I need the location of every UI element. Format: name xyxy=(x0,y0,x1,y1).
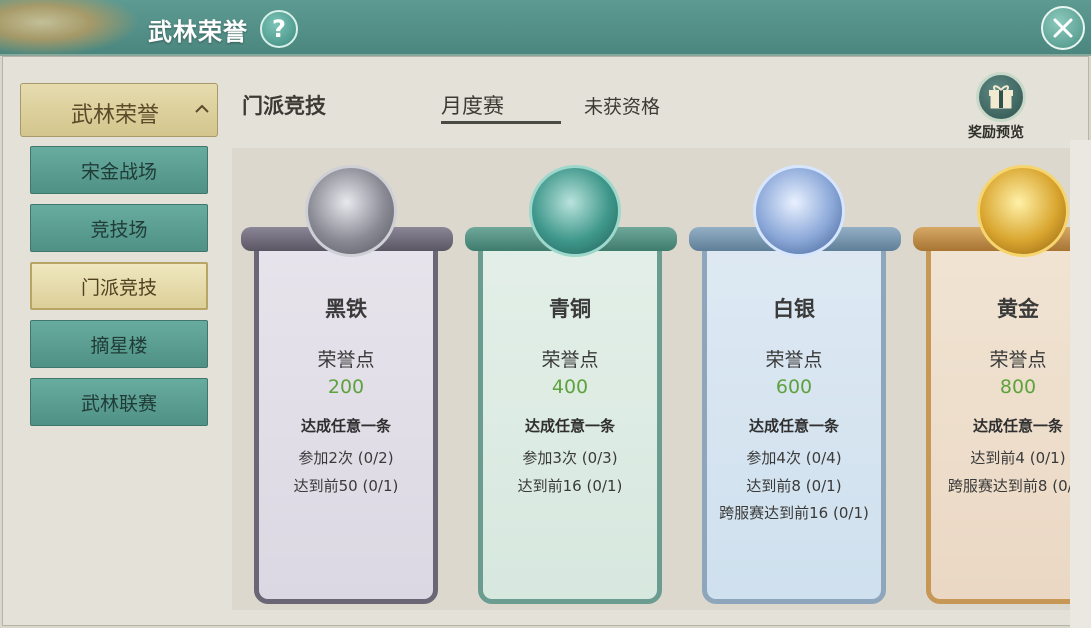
honor-points-value: 200 xyxy=(327,376,365,398)
condition-title: 达成任意一条 xyxy=(972,417,1063,435)
sidebar-item-label: 武林联赛 xyxy=(80,392,157,415)
tier-name: 青铜 xyxy=(549,297,591,321)
tier-card-bronze: 青铜 荣誉点 400 达成任意一条 参加3次 (0/3) 达到前16 (0/1) xyxy=(465,165,677,604)
honor-points-label: 荣誉点 xyxy=(541,349,599,371)
sidebar-main-label: 武林荣誉 xyxy=(71,103,160,128)
reward-preview-label: 奖励预览 xyxy=(968,125,1024,141)
section-title: 门派竞技 xyxy=(242,94,326,118)
sidebar-item-label: 摘星楼 xyxy=(90,334,148,357)
tier-name: 黑铁 xyxy=(325,297,367,321)
condition-title: 达成任意一条 xyxy=(748,417,839,435)
tier-cards-area: 黑铁 荣誉点 200 达成任意一条 参加2次 (0/2) 达到前50 (0/1)… xyxy=(232,148,1070,610)
sidebar-main-category[interactable]: 武林荣誉 xyxy=(20,83,218,137)
condition-title: 达成任意一条 xyxy=(300,417,391,435)
honor-points-value: 600 xyxy=(775,376,813,398)
sidebar-item-label: 宋金战场 xyxy=(80,160,157,183)
gift-box-icon xyxy=(989,85,1013,109)
condition-item: 参加3次 (0/3) xyxy=(522,449,618,467)
help-button[interactable]: ? xyxy=(260,10,298,48)
tier-card-iron: 黑铁 荣誉点 200 达成任意一条 参加2次 (0/2) 达到前50 (0/1) xyxy=(241,165,453,604)
condition-item: 达到前50 (0/1) xyxy=(293,477,399,495)
condition-item: 跨服赛达到前16 (0/1) xyxy=(719,504,869,522)
chevron-up-icon xyxy=(195,104,209,113)
condition-item: 达到前16 (0/1) xyxy=(517,477,623,495)
reward-preview-button[interactable] xyxy=(976,72,1026,122)
condition-item: 达到前4 (0/1) xyxy=(970,449,1066,467)
condition-title: 达成任意一条 xyxy=(524,417,615,435)
tier-name: 白银 xyxy=(773,297,815,321)
sidebar-item-sect-competition[interactable]: 门派竞技 xyxy=(30,262,208,310)
condition-item: 跨服赛达到前8 (0/1) xyxy=(947,477,1070,495)
condition-item: 参加2次 (0/2) xyxy=(298,449,394,467)
iron-medal-icon xyxy=(305,165,397,257)
title-ornament xyxy=(0,0,140,56)
window-title: 武林荣誉 xyxy=(148,18,248,46)
condition-item: 参加4次 (0/4) xyxy=(746,449,842,467)
sidebar-item-label: 竞技场 xyxy=(90,218,148,241)
scroll-edge xyxy=(1070,140,1091,628)
question-mark-icon: ? xyxy=(272,15,286,43)
tier-card-gold: 黄金 荣誉点 800 达成任意一条 达到前4 (0/1) 跨服赛达到前8 (0/… xyxy=(913,165,1070,604)
tier-card-silver: 白银 荣誉点 600 达成任意一条 参加4次 (0/4) 达到前8 (0/1) … xyxy=(689,165,901,604)
honor-points-label: 荣誉点 xyxy=(317,349,375,371)
sidebar-item-martial-league[interactable]: 武林联赛 xyxy=(30,378,208,426)
sidebar-item-label: 门派竞技 xyxy=(80,276,157,299)
tier-name: 黄金 xyxy=(997,297,1039,321)
honor-points-value: 400 xyxy=(551,376,589,398)
bronze-medal-icon xyxy=(529,165,621,257)
honor-points-label: 荣誉点 xyxy=(765,349,823,371)
sidebar-item-arena[interactable]: 竞技场 xyxy=(30,204,208,252)
sidebar-item-song-jin-battlefield[interactable]: 宋金战场 xyxy=(30,146,208,194)
close-icon xyxy=(1053,18,1073,38)
silver-medal-icon xyxy=(753,165,845,257)
gold-medal-icon xyxy=(977,165,1069,257)
tab-monthly[interactable]: 月度赛 xyxy=(441,90,561,124)
title-bar: 武林荣誉 ? xyxy=(0,0,1091,56)
close-button[interactable] xyxy=(1041,6,1085,50)
condition-item: 达到前8 (0/1) xyxy=(746,477,842,495)
qualification-status: 未获资格 xyxy=(584,96,661,118)
honor-points-label: 荣誉点 xyxy=(989,349,1047,371)
honor-points-value: 800 xyxy=(999,376,1037,398)
sidebar-item-star-tower[interactable]: 摘星楼 xyxy=(30,320,208,368)
